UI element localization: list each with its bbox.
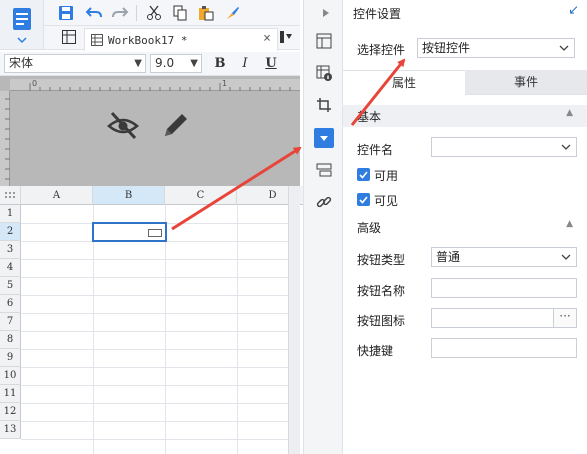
tab-workbook[interactable]: WorkBook17 * × [84,28,278,51]
visible-label: 可见 [374,194,399,208]
font-size-select[interactable]: 9.0 ▼ [150,54,202,73]
visible-checkbox[interactable] [357,193,370,206]
workbook-icon [91,34,103,46]
row-header[interactable]: 12 [0,403,21,421]
hotkey-input[interactable] [431,338,577,358]
button-type-value: 普通 [436,250,461,264]
button-type-select[interactable]: 普通 [431,247,577,267]
chevron-down-icon [554,39,574,57]
condition-attribute-icon[interactable] [314,160,334,180]
font-size-value: 9.0 [155,56,175,70]
selected-cell[interactable] [92,222,167,242]
row-header[interactable]: 11 [0,385,21,403]
enabled-label: 可用 [374,169,399,183]
ruler-mark: 1 [222,79,228,88]
row-header[interactable]: 3 [0,241,21,259]
app-logo[interactable] [0,0,44,50]
italic-button[interactable]: I [236,55,254,73]
paste-icon[interactable] [196,3,216,23]
button-type-label: 按钮类型 [357,253,406,267]
button-icon-label: 按钮图标 [357,314,406,328]
row-header[interactable]: 4 [0,259,21,277]
column-header[interactable]: C [165,186,237,205]
button-name-label: 按钮名称 [357,284,406,298]
font-name-value: 宋体 [9,56,34,70]
tab-properties[interactable]: 属性 [343,70,466,95]
button-widget-icon [148,229,162,237]
grid-icon[interactable] [62,30,76,47]
widget-name-label: 控件名 [357,143,394,157]
chevron-down-icon: ▼ [134,58,142,69]
row-header[interactable]: 6 [0,295,21,313]
row-header[interactable]: 2 [0,223,21,241]
tab-menu-icon[interactable] [280,31,294,46]
select-control-value: 按钮控件 [422,41,471,55]
hotkey-label: 快捷键 [357,344,394,358]
panel-title: 控件设置 [353,7,402,21]
collapse-panel-icon[interactable] [316,3,336,23]
widget-settings-panel: 控件设置 ↙ 选择控件 按钮控件 属性 事件 基本 ▲ 控件名 可用 可见 高级… [343,0,587,454]
pin-icon[interactable]: ↙ [568,3,579,18]
widget-settings-icon[interactable] [314,128,334,148]
bold-button[interactable]: B [211,55,229,73]
button-icon-field[interactable]: ··· [431,308,577,328]
format-brush-icon[interactable] [222,3,242,23]
main-toolbar [44,0,300,26]
panel-tabs: 属性 事件 [343,70,587,95]
close-icon[interactable]: × [263,31,271,46]
property-icon-strip [303,0,343,454]
report-designer-icon [13,8,31,44]
enabled-checkbox[interactable] [357,168,370,181]
tab-events[interactable]: 事件 [465,70,587,95]
select-all-corner[interactable] [0,186,21,205]
crop-frame-icon[interactable] [314,95,334,115]
copy-icon[interactable] [170,3,190,23]
row-header[interactable]: 13 [0,421,21,439]
row-header[interactable]: 5 [0,277,21,295]
advanced-section-header[interactable]: 高级 ▲ [343,216,587,238]
row-header[interactable]: 9 [0,349,21,367]
save-icon[interactable] [56,3,76,23]
vertical-ruler [0,91,10,186]
font-toolbar: 宋体 ▼ 9.0 ▼ B I U [0,52,300,76]
widget-name-field[interactable] [431,137,577,157]
chevron-down-icon [556,248,576,266]
chevron-down-icon [556,138,576,156]
select-control-label: 选择控件 [357,43,406,57]
redo-icon[interactable] [110,3,130,23]
column-header[interactable]: A [21,186,93,205]
undo-icon[interactable] [84,3,104,23]
row-header[interactable]: 7 [0,313,21,331]
column-header[interactable]: B [93,186,165,205]
grid-vertical-scrollbar[interactable] [288,186,300,454]
browse-button[interactable]: ··· [553,309,576,327]
preview-icons [105,108,195,144]
advanced-section-title: 高级 [357,221,382,235]
collapse-icon: ▲ [566,108,573,118]
pencil-icon [165,114,187,136]
row-header[interactable]: 8 [0,331,21,349]
hyperlink-icon[interactable] [314,192,334,212]
spreadsheet-grid[interactable]: A B C D 1 2 3 4 5 6 7 8 9 10 11 12 13 [0,186,309,454]
font-name-select[interactable]: 宋体 ▼ [4,54,146,73]
cell-info-icon[interactable] [314,63,334,83]
chevron-down-icon: ▼ [190,58,198,69]
row-header[interactable]: 10 [0,367,21,385]
collapse-icon: ▲ [566,219,573,229]
select-control-dropdown[interactable]: 按钮控件 [417,38,575,58]
basic-section-header[interactable]: 基本 ▲ [343,105,587,127]
eye-off-icon [107,111,139,140]
button-name-input[interactable] [431,278,577,298]
cut-icon[interactable] [144,3,164,23]
underline-button[interactable]: U [262,55,280,73]
workbook-tabbar: WorkBook17 * × [44,26,300,51]
ruler-mark: 0 [32,79,38,88]
row-header[interactable]: 1 [0,205,21,223]
cell-attribute-icon[interactable] [314,31,334,51]
workbook-tab-label: WorkBook17 * [108,33,188,47]
horizontal-ruler: 0 1 [10,79,300,91]
basic-section-title: 基本 [357,110,382,124]
